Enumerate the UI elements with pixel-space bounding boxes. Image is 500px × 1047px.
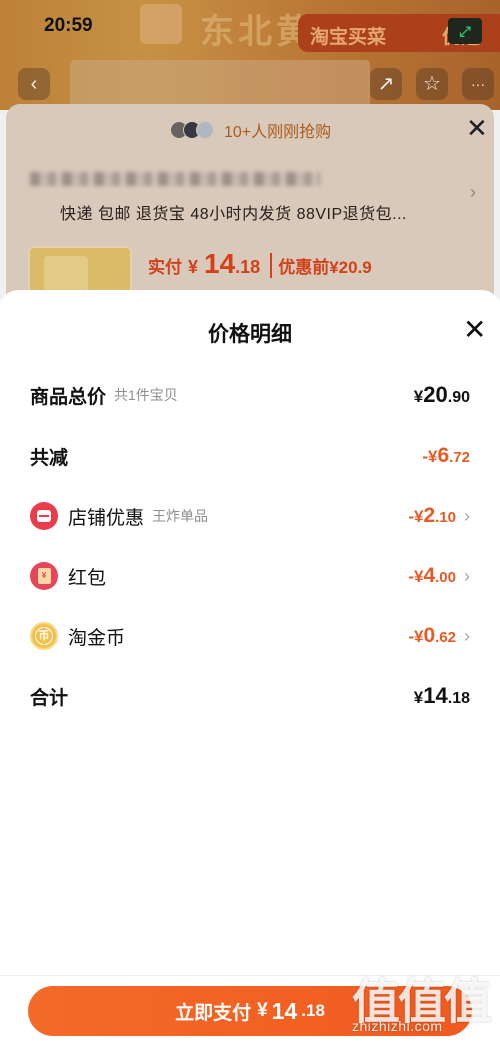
- row-value: -¥ 0.62 ›: [408, 624, 470, 647]
- row-label: 淘金币: [68, 627, 126, 649]
- row-sum: 合计 ¥14.18: [30, 681, 470, 711]
- row-red-packet[interactable]: ¥ 红包 -¥ 4.00 ›: [30, 561, 470, 591]
- chevron-right-icon: ›: [464, 566, 470, 586]
- row-label: 共减: [30, 447, 69, 469]
- row-sub: 共1件宝贝: [114, 387, 178, 403]
- row-value: -¥ 4.00 ›: [408, 564, 470, 587]
- close-icon[interactable]: ✕: [463, 316, 486, 344]
- row-total-discount: 共减 -¥ 6.72: [30, 441, 470, 471]
- row-sub: 王炸单品: [152, 508, 209, 524]
- row-taojinbi[interactable]: 币 淘金币 -¥ 0.62 ›: [30, 621, 470, 651]
- chevron-right-icon: ›: [464, 626, 470, 646]
- row-value: -¥ 6.72: [422, 444, 470, 467]
- row-label: 店铺优惠: [68, 507, 145, 529]
- row-label: 商品总价: [30, 386, 107, 408]
- row-goods-total: 商品总价 共1件宝贝 ¥20.90: [30, 380, 470, 410]
- divider: [0, 975, 500, 976]
- row-store-discount[interactable]: 店铺优惠 王炸单品 -¥ 2.10 ›: [30, 501, 470, 531]
- row-value: -¥ 2.10 ›: [408, 504, 470, 527]
- row-label: 合计: [30, 687, 69, 709]
- row-label: 红包: [68, 567, 107, 589]
- price-detail-sheet: 价格明细 ✕ 商品总价 共1件宝贝 ¥20.90 共减 -¥ 6.72 店铺优惠 …: [0, 290, 500, 1047]
- red-packet-icon: ¥: [30, 562, 58, 590]
- row-value: ¥20.90: [413, 382, 470, 407]
- chevron-right-icon: ›: [464, 506, 470, 526]
- pay-now-button[interactable]: 立即支付 ¥14.18: [28, 986, 472, 1036]
- sheet-title: 价格明细: [208, 323, 292, 346]
- coin-icon: 币: [30, 622, 58, 650]
- store-icon: [30, 502, 58, 530]
- overlay-scrim: [0, 0, 500, 300]
- row-value: ¥14.18: [413, 683, 470, 708]
